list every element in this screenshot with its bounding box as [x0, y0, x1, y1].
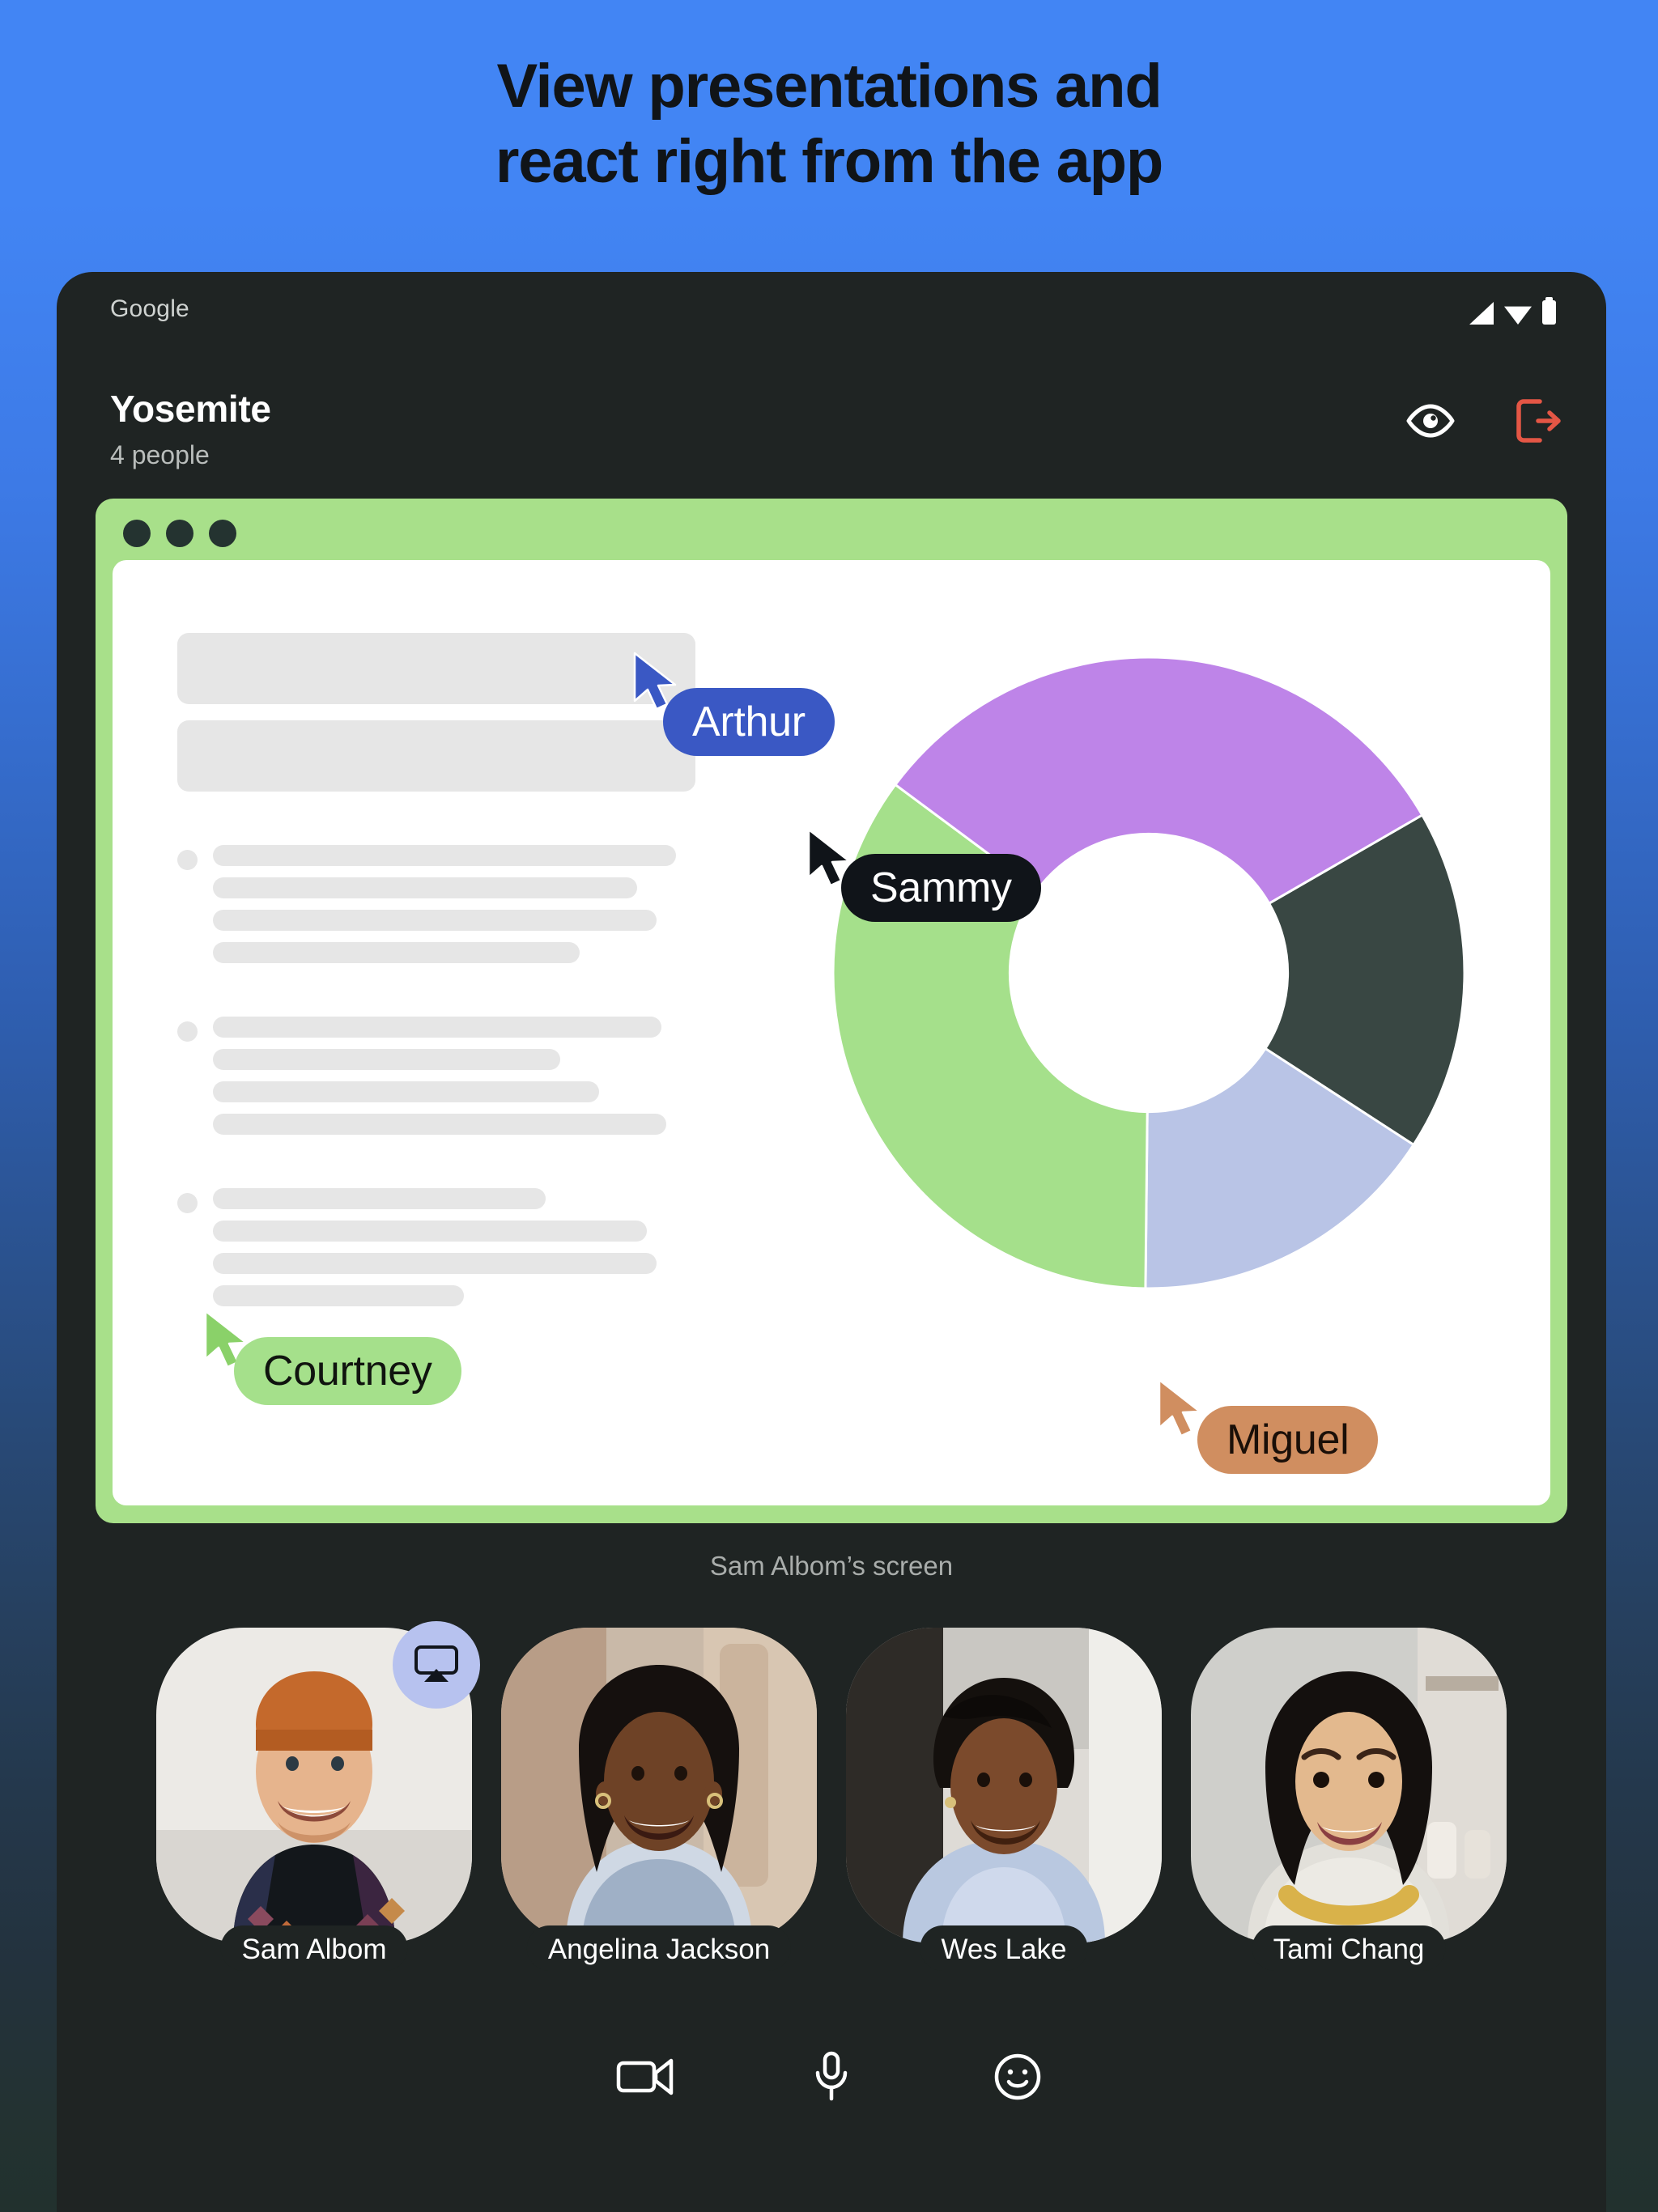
slide-bullet-group: [177, 1017, 695, 1135]
reactions-button[interactable]: [986, 2045, 1049, 2108]
status-icons: [1469, 294, 1556, 325]
participant-name: Sam Albom: [220, 1925, 408, 1971]
text-line-placeholder: [213, 845, 677, 866]
donut-chart: [829, 653, 1469, 1293]
text-line-placeholder: [213, 1081, 599, 1102]
window-dot-icon: [123, 520, 151, 547]
promo-headline-line-2: react right from the app: [495, 127, 1163, 197]
participant-tile-tami-chang[interactable]: Tami Chang: [1191, 1628, 1507, 1971]
cursor-label-miguel: Miguel: [1197, 1406, 1379, 1474]
status-bar: Google: [57, 272, 1606, 346]
slide-title-placeholder: [177, 633, 695, 704]
participant-name: Wes Lake: [920, 1925, 1088, 1971]
screen-share-icon: [393, 1621, 480, 1709]
bullet-dot-icon: [177, 1193, 198, 1213]
bullet-dot-icon: [177, 850, 198, 870]
text-line-placeholder: [213, 1188, 546, 1209]
promo-headline: View presentations and react right from …: [0, 49, 1658, 200]
participant-tile-sam-albom[interactable]: Sam Albom: [156, 1621, 480, 1971]
eye-icon[interactable]: [1405, 403, 1456, 439]
window-dot-icon: [166, 520, 193, 547]
text-line-placeholder: [213, 1285, 464, 1306]
window-traffic-lights: [123, 520, 236, 547]
text-line-placeholder: [213, 910, 657, 931]
meeting-info: Yosemite 4 people: [110, 388, 271, 470]
participant-name: Tami Chang: [1252, 1925, 1446, 1971]
promo-headline-line-1: View presentations and: [496, 52, 1162, 121]
call-controls: [57, 2045, 1606, 2108]
wifi-icon: [1504, 306, 1532, 325]
shared-screen-caption: Sam Albom’s screen: [709, 1551, 954, 1581]
header-actions: [1405, 398, 1562, 444]
slide-bullet-group: [177, 1188, 695, 1306]
window-dot-icon: [209, 520, 236, 547]
slide-canvas: Arthur Sammy Courtney Miguel: [113, 560, 1550, 1505]
carrier-label: Google: [110, 295, 189, 322]
cursor-label-arthur: Arthur: [663, 688, 835, 756]
bullet-lines: [213, 1188, 695, 1306]
microphone-button[interactable]: [800, 2045, 863, 2108]
microphone-icon: [812, 2051, 851, 2103]
bullet-lines: [213, 845, 695, 963]
camera-button[interactable]: [614, 2045, 677, 2108]
meeting-participant-count: 4 people: [110, 439, 210, 469]
avatar: [846, 1628, 1162, 1943]
text-line-placeholder: [213, 1017, 662, 1038]
avatar: [1191, 1628, 1507, 1943]
shared-screen-window[interactable]: Arthur Sammy Courtney Miguel: [96, 499, 1567, 1523]
participant-tile-angelina-jackson[interactable]: Angelina Jackson: [501, 1628, 817, 1971]
bullet-lines: [213, 1017, 695, 1135]
video-camera-icon: [616, 2056, 674, 2098]
donut-chart-svg: [831, 656, 1466, 1290]
device-frame: Google Yosemite 4 people Arthur Sammy Co…: [57, 272, 1606, 2212]
text-line-placeholder: [213, 1253, 657, 1274]
text-line-placeholder: [213, 1049, 561, 1070]
text-line-placeholder: [213, 877, 638, 898]
slide-bullet-group: [177, 845, 695, 963]
participant-strip: Sam Albom Angelina Jackson Wes Lake Tami…: [57, 1621, 1606, 1971]
participant-tile-wes-lake[interactable]: Wes Lake: [846, 1628, 1162, 1971]
avatar: [501, 1628, 817, 1943]
meeting-title: Yosemite: [110, 388, 271, 430]
slide-title-placeholder: [177, 720, 695, 792]
smiley-face-icon: [993, 2053, 1042, 2101]
bullet-dot-icon: [177, 1021, 198, 1042]
signal-icon: [1469, 302, 1494, 325]
leave-icon[interactable]: [1514, 398, 1562, 444]
cursor-label-sammy: Sammy: [841, 854, 1041, 922]
cursor-label-courtney: Courtney: [234, 1337, 461, 1405]
meeting-header: Yosemite 4 people: [57, 346, 1606, 497]
slide-text-column: [177, 633, 695, 1318]
text-line-placeholder: [213, 1221, 648, 1242]
participant-name: Angelina Jackson: [526, 1925, 792, 1971]
battery-icon: [1542, 297, 1556, 325]
text-line-placeholder: [213, 942, 580, 963]
text-line-placeholder: [213, 1114, 667, 1135]
